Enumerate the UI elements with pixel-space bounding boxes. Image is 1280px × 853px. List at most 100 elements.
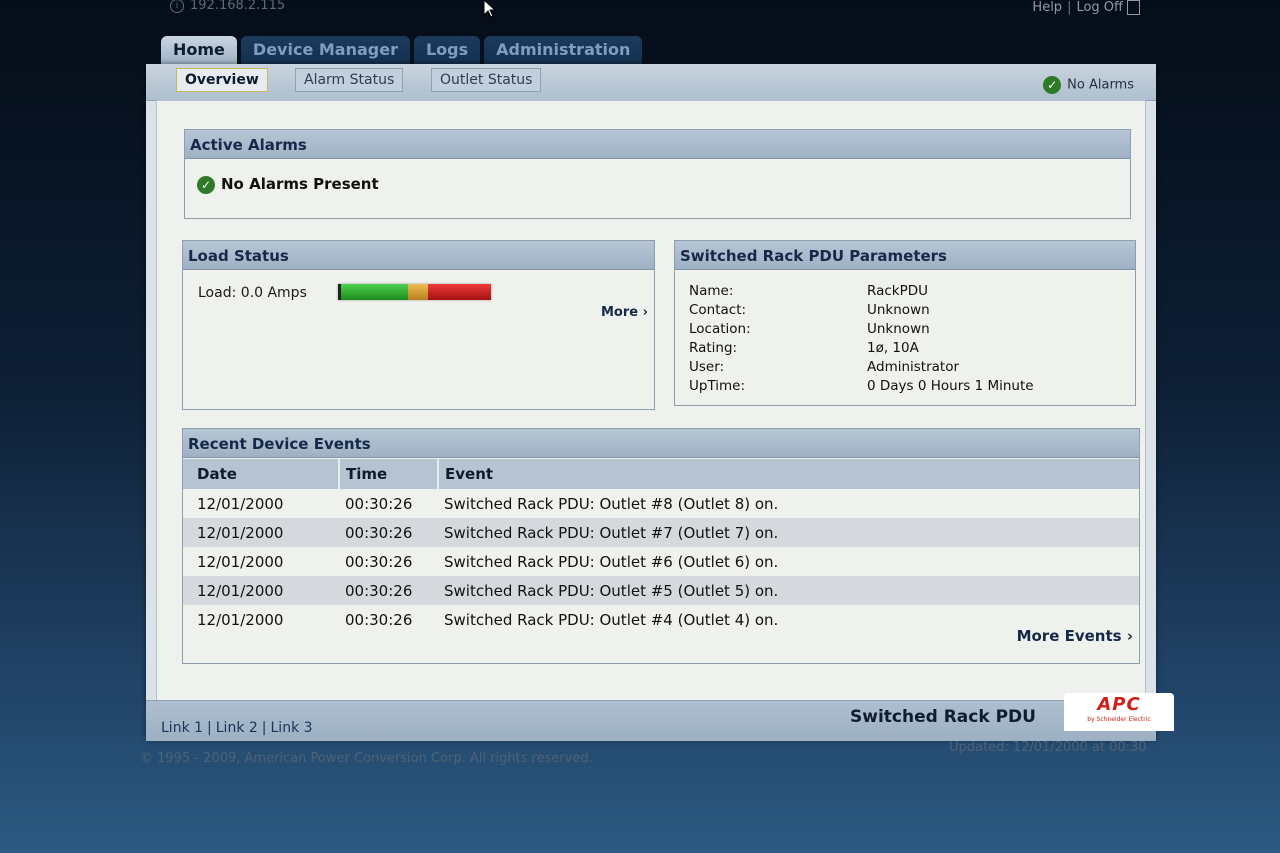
no-alarms-message: ✓ No Alarms Present: [197, 175, 379, 194]
table-row: 12/01/2000 00:30:26 Switched Rack PDU: Out…: [183, 576, 1139, 605]
logoff-icon[interactable]: [1127, 0, 1140, 15]
alarm-status-text: No Alarms: [1067, 77, 1134, 93]
param-value: 0 Days 0 Hours 1 Minute: [867, 378, 1034, 394]
param-label: Location:: [689, 321, 751, 337]
load-status-title: Load Status: [183, 241, 654, 270]
main-panel: Overview Alarm Status Outlet Status ✓ No …: [146, 64, 1174, 741]
subtab-overview[interactable]: Overview: [176, 68, 268, 92]
param-value: Unknown: [867, 302, 930, 318]
apc-logo: APC by Schneider Electric: [1064, 693, 1174, 731]
tab-logs[interactable]: Logs: [413, 36, 481, 64]
param-value: Administrator: [867, 359, 960, 375]
table-row: 12/01/2000 00:30:26 Switched Rack PDU: Out…: [183, 547, 1139, 576]
load-more-label: More: [601, 305, 639, 320]
recent-events-box: Recent Device Events Date Time Event 12/…: [182, 428, 1140, 664]
param-row-location: Location: Unknown: [689, 321, 1119, 340]
tab-administration[interactable]: Administration: [484, 36, 643, 64]
footer-links-separator: |: [261, 720, 267, 736]
event-date: 12/01/2000: [183, 576, 339, 605]
ip-address-text: 192.168.2.115: [190, 0, 286, 13]
event-date: 12/01/2000: [197, 610, 284, 629]
load-gauge-green: [341, 284, 408, 300]
event-date: 12/01/2000: [197, 494, 284, 513]
tab-device-manager[interactable]: Device Manager: [240, 36, 410, 64]
subtab-outlet-status[interactable]: Outlet Status: [431, 68, 542, 92]
load-status-box: Load Status Load: 0.0 Amps More ›: [182, 240, 655, 410]
tab-home[interactable]: Home: [161, 36, 237, 64]
column-header-date[interactable]: Date: [183, 459, 339, 489]
copyright-text: © 1995 - 2009, American Power Conversion…: [140, 751, 593, 766]
load-label: Load: 0.0 Amps: [198, 285, 307, 301]
load-more-link[interactable]: More ›: [601, 305, 648, 320]
ip-address: i 192.168.2.115: [170, 0, 285, 13]
footer-bar: Link 1 | Link 2 | Link 3 Switched Rack PDU A…: [146, 693, 1174, 741]
top-links-separator: |: [1067, 0, 1072, 15]
event-description: Switched Rack PDU: Outlet #7 (Outlet 7) …: [438, 518, 1139, 547]
param-label: UpTime:: [689, 378, 746, 394]
table-row: 12/01/2000 00:30:26 Switched Rack PDU: Out…: [183, 518, 1139, 547]
help-link[interactable]: Help: [1032, 0, 1062, 15]
no-alarms-text: No Alarms Present: [221, 175, 379, 193]
logoff-link[interactable]: Log Off: [1076, 0, 1123, 15]
event-time: 00:30:26: [339, 576, 438, 605]
param-value: RackPDU: [867, 283, 929, 299]
table-row: 12/01/2000 00:30:26 Switched Rack PDU: Out…: [183, 489, 1139, 518]
event-date: 12/01/2000: [197, 552, 284, 571]
footer-link-3[interactable]: Link 3: [271, 720, 313, 736]
column-header-event[interactable]: Event: [437, 459, 1139, 489]
alarm-status-indicator[interactable]: ✓ No Alarms: [1043, 76, 1134, 94]
check-icon: ✓: [1043, 76, 1062, 94]
more-events-link[interactable]: More Events ›: [1017, 627, 1133, 645]
recent-events-title: Recent Device Events: [183, 429, 1139, 458]
param-value: 1ø, 10A: [867, 340, 919, 356]
pdu-params-title: Switched Rack PDU Parameters: [675, 241, 1135, 270]
event-time: 00:30:26: [345, 552, 413, 571]
info-icon: i: [170, 0, 184, 13]
param-row-user: User: Administrator: [689, 359, 1119, 378]
event-time: 00:30:26: [345, 610, 413, 629]
table-row: 12/01/2000 00:30:26 Switched Rack PDU: Out…: [183, 605, 1139, 634]
footer-link-1[interactable]: Link 1: [161, 720, 203, 736]
event-time: 00:30:26: [345, 494, 413, 513]
footer-link-2[interactable]: Link 2: [216, 720, 258, 736]
event-description: Switched Rack PDU: Outlet #6 (Outlet 6) …: [444, 552, 779, 571]
load-gauge: [338, 284, 491, 300]
more-events-label: More Events: [1016, 627, 1122, 645]
param-row-contact: Contact: Unknown: [689, 302, 1119, 321]
param-label: User:: [689, 359, 725, 375]
product-name: Switched Rack PDU: [850, 707, 1036, 727]
subtab-alarm-status[interactable]: Alarm Status: [295, 68, 404, 92]
check-icon: ✓: [197, 175, 215, 194]
event-description: Switched Rack PDU: Outlet #5 (Outlet 5) …: [438, 576, 1139, 605]
sub-tab-bar: Overview Alarm Status Outlet Status ✓ No …: [146, 64, 1156, 101]
main-tabs: Home Device Manager Logs Administration: [161, 36, 643, 64]
chevron-right-icon: ›: [1126, 627, 1133, 645]
overview-content: Active Alarms ✓ No Alarms Present Load St…: [156, 100, 1146, 702]
param-row-uptime: UpTime: 0 Days 0 Hours 1 Minute: [689, 378, 1119, 397]
load-gauge-orange: [408, 284, 428, 300]
footer-links: Link 1 | Link 2 | Link 3: [161, 720, 313, 736]
active-alarms-box: Active Alarms ✓ No Alarms Present: [184, 129, 1131, 219]
param-label: Name:: [689, 283, 734, 299]
active-alarms-title: Active Alarms: [185, 130, 1130, 159]
top-links: Help | Log Off: [1032, 0, 1140, 15]
pdu-params-box: Switched Rack PDU Parameters Name: RackPD…: [674, 240, 1136, 406]
events-table: Date Time Event 12/01/2000 00:30:26 Switch…: [183, 459, 1139, 634]
events-header-row: Date Time Event: [183, 459, 1139, 489]
pdu-params-list: Name: RackPDU Contact: Unknown Location: Un…: [689, 283, 1119, 397]
param-row-name: Name: RackPDU: [689, 283, 1119, 302]
apc-logo-text: APC: [1097, 694, 1141, 715]
updated-timestamp: Updated: 12/01/2000 at 00:30: [949, 740, 1147, 755]
param-label: Rating:: [689, 340, 738, 356]
event-description: Switched Rack PDU: Outlet #8 (Outlet 8) …: [444, 494, 779, 513]
param-row-rating: Rating: 1ø, 10A: [689, 340, 1119, 359]
column-header-time[interactable]: Time: [338, 459, 438, 489]
apc-logo-subtext: by Schneider Electric: [1087, 716, 1151, 723]
footer-links-separator: |: [207, 720, 212, 736]
mouse-cursor-icon: [483, 0, 497, 18]
chevron-right-icon: ›: [642, 305, 648, 320]
event-date: 12/01/2000: [183, 518, 339, 547]
event-time: 00:30:26: [339, 518, 438, 547]
param-label: Contact:: [689, 302, 747, 318]
param-value: Unknown: [867, 321, 930, 337]
